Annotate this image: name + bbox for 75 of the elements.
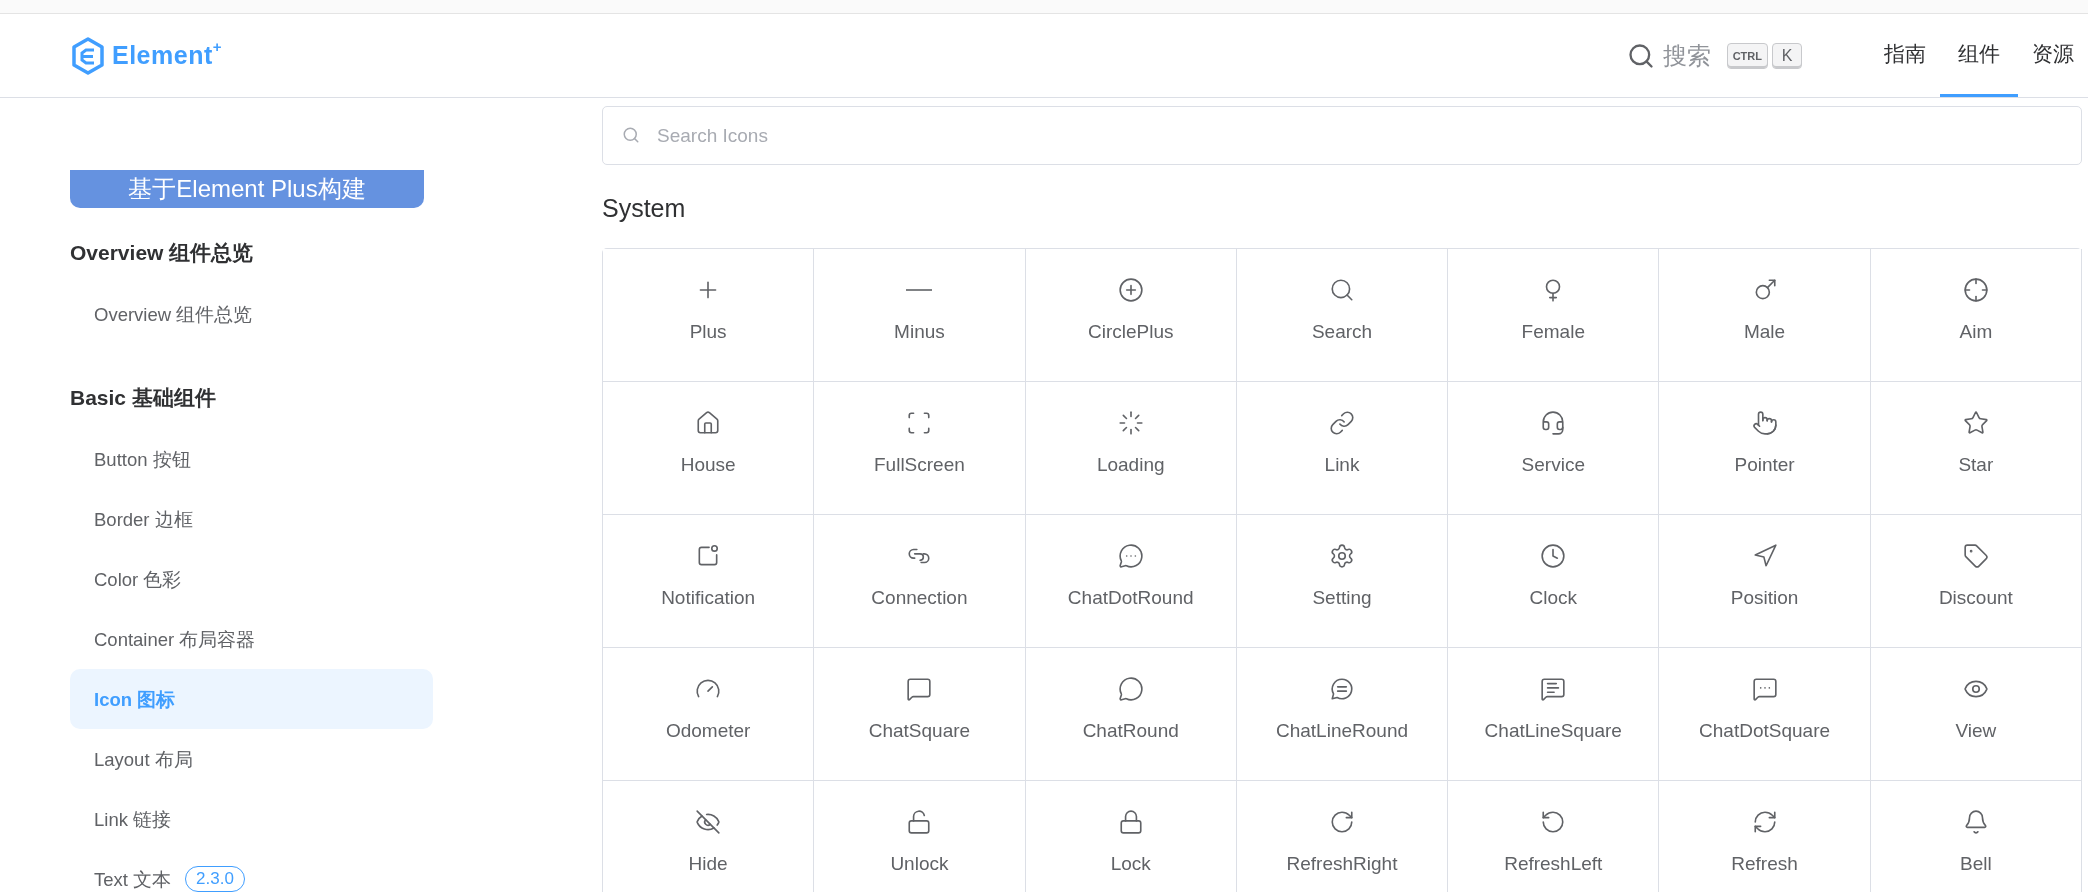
sidebar-item[interactable]: Link 链接 xyxy=(70,789,433,849)
icon-tile[interactable]: Link xyxy=(1236,382,1449,515)
icon-tile[interactable]: Connection xyxy=(814,515,1026,648)
chat-square-lines-icon xyxy=(1540,676,1567,702)
icon-tile[interactable]: Search xyxy=(1236,249,1449,382)
nav-tab[interactable]: 指南 xyxy=(1870,14,1940,97)
fullscreen-icon xyxy=(906,410,933,436)
nav-tab[interactable]: 组件 xyxy=(1940,14,2018,97)
rotate-right-icon xyxy=(1329,809,1355,835)
group-title: Basic 基础组件 xyxy=(70,385,216,411)
section-title: System xyxy=(602,193,687,223)
icon-tile[interactable]: Female xyxy=(1448,249,1660,382)
loading-icon xyxy=(1117,410,1144,436)
icon-tile[interactable]: ChatLineRound xyxy=(1236,648,1449,781)
crosshair-icon xyxy=(1962,277,1989,303)
item-label: Text 文本 xyxy=(94,867,172,892)
icon-tile[interactable]: Notification xyxy=(603,515,815,648)
icon-tile[interactable]: CirclePlus xyxy=(1025,249,1237,382)
icon-tile[interactable]: Minus xyxy=(814,249,1026,382)
icon-tile[interactable]: Male xyxy=(1659,249,1871,382)
pointing-hand-icon xyxy=(1751,410,1778,436)
icon-tile[interactable]: ChatDotRound xyxy=(1025,515,1237,648)
headset-icon xyxy=(1540,410,1567,436)
search-icon xyxy=(622,126,640,144)
sidebar-item[interactable]: Border 边框 xyxy=(70,489,433,549)
lock-icon xyxy=(1117,809,1144,835)
icon-tile[interactable]: Clock xyxy=(1448,515,1660,648)
icon-tile[interactable]: Position xyxy=(1659,515,1871,648)
logo-icon xyxy=(70,35,106,76)
keyboard-key: K xyxy=(1772,42,1802,69)
icon-tile[interactable]: Aim xyxy=(1870,249,2082,382)
eye-slash-icon xyxy=(695,809,722,835)
banner-button[interactable]: 基于Element Plus构建 xyxy=(70,170,424,208)
house-icon xyxy=(695,410,722,436)
icon-tile[interactable]: House xyxy=(603,382,815,515)
icon-tile[interactable]: FullScreen xyxy=(814,382,1026,515)
search-icon xyxy=(1329,277,1355,303)
icon-tile[interactable]: ChatLineSquare xyxy=(1448,648,1660,781)
chat-dots-icon xyxy=(1117,543,1144,569)
sidebar-item[interactable]: Button 按钮 xyxy=(70,429,433,489)
star-icon xyxy=(1962,410,1989,436)
link-icon xyxy=(1329,410,1355,436)
sidebar-item[interactable]: Color 色彩 xyxy=(70,549,433,609)
chat-square-dots-icon xyxy=(1751,676,1778,702)
sidebar-item[interactable]: Overview 组件总览 xyxy=(70,284,433,344)
icon-tile[interactable]: Pointer xyxy=(1659,382,1871,515)
icon-tile[interactable]: Star xyxy=(1870,382,2082,515)
minus-icon xyxy=(906,289,933,291)
icon-tile[interactable]: ChatRound xyxy=(1025,648,1237,781)
settings-icon xyxy=(1329,543,1355,569)
unlock-icon xyxy=(906,809,933,835)
circle-plus-icon xyxy=(1117,277,1144,303)
icon-tile[interactable]: View xyxy=(1870,648,2082,781)
chat-bubble-icon xyxy=(1117,676,1144,702)
search-icon xyxy=(1626,41,1655,70)
search-field[interactable]: Search Icons xyxy=(602,106,2082,165)
icon-tile[interactable]: Odometer xyxy=(603,648,815,781)
icon-tile[interactable]: ChatSquare xyxy=(814,648,1026,781)
search-button[interactable]: 搜索 CTRL K xyxy=(1618,39,1810,72)
icon-tile[interactable]: Loading xyxy=(1025,382,1237,515)
refresh-icon xyxy=(1751,809,1778,835)
nav-tab[interactable]: 资源 xyxy=(2018,14,2088,97)
icon-tile[interactable]: Setting xyxy=(1236,515,1449,648)
icon-tile[interactable]: Discount xyxy=(1870,515,2082,648)
icon-tile[interactable]: Plus xyxy=(603,249,815,382)
sidebar-item[interactable]: Text 文本 2.3.0 xyxy=(70,849,433,892)
tag-icon xyxy=(1962,543,1989,569)
keyboard-key: CTRL xyxy=(1726,42,1768,69)
icon-tile[interactable]: Service xyxy=(1448,382,1660,515)
icon-tile[interactable]: ChatDotSquare xyxy=(1659,648,1871,781)
clock-icon xyxy=(1540,543,1567,569)
chat-lines-icon xyxy=(1329,676,1355,702)
group-title: Overview 组件总览 xyxy=(70,240,254,266)
sidebar-item[interactable]: Layout 布局 xyxy=(70,729,433,789)
sidebar-item[interactable]: Container 布局容器 xyxy=(70,609,433,669)
